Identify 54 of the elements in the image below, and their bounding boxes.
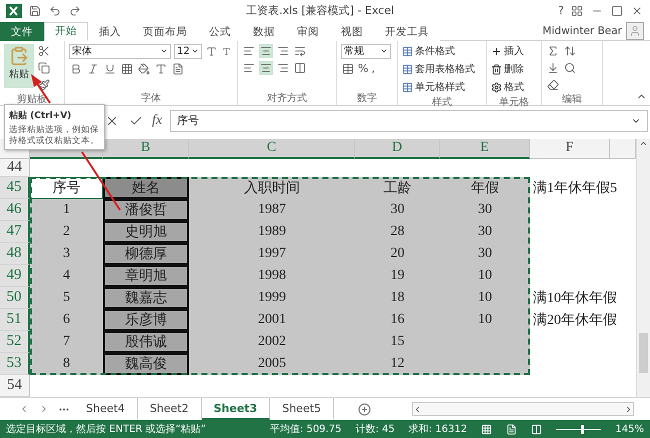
table-cell: 5 xyxy=(30,286,103,309)
table-cell: 20 xyxy=(355,242,440,265)
table-cell: 2002 xyxy=(189,330,355,353)
table-cell: 19 xyxy=(355,264,440,287)
table-cell: 1987 xyxy=(189,198,355,221)
window-title: 工资表.xls [兼容模式] - Excel xyxy=(245,3,396,18)
table-cell: 史明旭 xyxy=(103,220,189,243)
sum-readout: 求和: 16312 xyxy=(408,422,468,436)
table-cell: 魏嘉志 xyxy=(103,286,189,309)
table-cell: 章明旭 xyxy=(103,264,189,287)
table-cell: 10 xyxy=(440,308,530,331)
group-label: 剪贴板 xyxy=(16,92,48,106)
table-cell: 16 xyxy=(355,308,440,331)
group-label: 样式 xyxy=(431,96,453,109)
table-cell: 10 xyxy=(440,286,530,309)
table-cell: 30 xyxy=(440,198,530,221)
table-cell: 18 xyxy=(355,286,440,309)
table-cell: 7 xyxy=(30,330,103,353)
table-cell: 2001 xyxy=(189,308,355,331)
table-cell: 30 xyxy=(440,242,530,265)
table-cell: 2005 xyxy=(189,352,355,375)
table-cell: 殷伟诚 xyxy=(103,330,189,353)
table-cell: 8 xyxy=(30,352,103,375)
table-cell: 4 xyxy=(30,264,103,287)
table-cell: 15 xyxy=(355,330,440,353)
count-readout: 计数: 45 xyxy=(355,422,395,436)
table-cell: 潘俊哲 xyxy=(103,198,189,221)
table-cell: 1998 xyxy=(189,264,355,287)
status-message: 选定目标区域，然后按 ENTER 或选择“粘贴” xyxy=(6,422,206,436)
table-cell: 10 xyxy=(440,264,530,287)
table-cell: 3 xyxy=(30,242,103,265)
table-cell: 12 xyxy=(355,352,440,375)
group-label: 单元格 xyxy=(498,96,530,109)
table-cell: 乐彦博 xyxy=(103,308,189,331)
table-cell: 28 xyxy=(355,220,440,243)
table-cell: 1 xyxy=(30,198,103,221)
table-cell: 魏高俊 xyxy=(103,352,189,375)
group-label: 字体 xyxy=(140,92,162,105)
table-cell: 柳德厚 xyxy=(103,242,189,265)
table-cell: 6 xyxy=(30,308,103,331)
table-cell: 1997 xyxy=(189,242,355,265)
tooltip-text: 选择粘贴选项，例如保持格式或仅粘贴文本。 xyxy=(9,125,100,146)
table-cell: 1999 xyxy=(189,286,355,309)
table-cell: 30 xyxy=(355,198,440,221)
table-cell: 工龄 xyxy=(355,176,440,199)
group-label: 数字 xyxy=(356,92,378,105)
average-readout: 平均值: 509.75 xyxy=(270,423,342,436)
group-label: 编辑 xyxy=(561,92,583,106)
group-label: 对齐方式 xyxy=(266,92,308,105)
table-cell: 1989 xyxy=(189,220,355,243)
table-cell: 入职时间 xyxy=(189,176,355,199)
table-cell: 30 xyxy=(440,220,530,243)
tooltip-title: 粘贴 (Ctrl+V) xyxy=(9,110,72,122)
table-cell: 2 xyxy=(30,220,103,243)
